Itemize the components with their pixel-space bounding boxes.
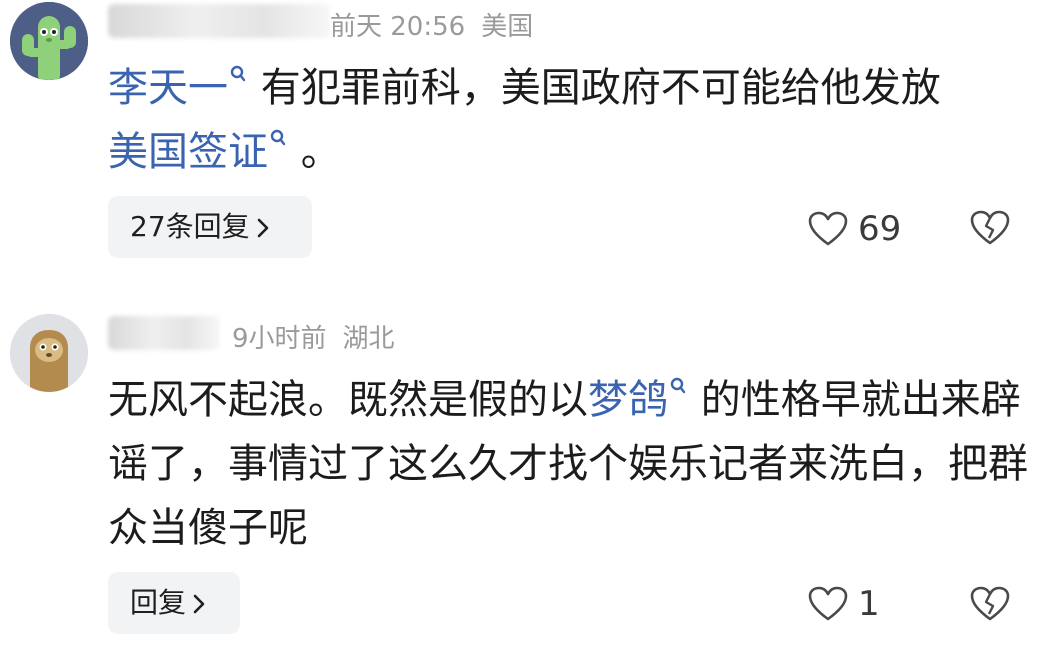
comment-location: 湖北 <box>342 324 395 354</box>
comment-item: 9小时前 湖北 无风不起浪。既然是假的以梦鸽 的性格早就出来辟谣了，事情过了这么久… <box>0 300 1040 666</box>
broken-heart-icon <box>970 586 1010 621</box>
heart-icon <box>808 211 848 246</box>
comment-time: 9小时前 <box>232 324 327 354</box>
chevron-right-icon <box>193 594 205 614</box>
search-icon[interactable] <box>270 129 286 151</box>
comment-item: 前天 20:56 美国 李天一 有犯罪前科，美国政府不可能给他发放美国签证 。 2… <box>0 0 1040 300</box>
search-icon[interactable] <box>230 65 246 87</box>
comment-meta: 前天 20:56 美国 <box>330 6 533 43</box>
comment-text: 无风不起浪。既然是假的以梦鸽 的性格早就出来辟谣了，事情过了这么久才找个娱乐记者… <box>108 368 1028 560</box>
username-blurred[interactable] <box>108 316 220 350</box>
comment-text-segment: 有犯罪前科，美国政府不可能给他发放 <box>248 65 941 111</box>
reply-label: 27条回复 <box>130 210 250 243</box>
cactus-avatar-icon <box>10 2 88 80</box>
comment-location: 美国 <box>481 12 534 42</box>
like-count: 69 <box>858 209 902 249</box>
like-count: 1 <box>858 584 880 624</box>
username-blurred[interactable] <box>108 4 330 38</box>
reply-button[interactable]: 回复 <box>108 572 240 634</box>
view-replies-button[interactable]: 27条回复 <box>108 196 312 258</box>
comment-text: 李天一 有犯罪前科，美国政府不可能给他发放美国签证 。 <box>108 56 1028 184</box>
comment-text-segment: 无风不起浪。既然是假的以 <box>108 377 588 423</box>
avatar[interactable] <box>10 314 88 392</box>
comment-meta: 9小时前 湖北 <box>232 318 395 355</box>
search-icon[interactable] <box>670 377 686 399</box>
comment-time: 前天 20:56 <box>330 12 466 42</box>
heart-icon <box>808 586 848 621</box>
dislike-button[interactable] <box>970 208 1010 248</box>
reply-label: 回复 <box>130 586 187 619</box>
keyword-link[interactable]: 李天一 <box>108 65 228 111</box>
comment-text-segment: 。 <box>288 129 341 175</box>
chevron-right-icon <box>257 218 268 238</box>
like-button[interactable]: 69 <box>808 207 901 251</box>
avatar[interactable] <box>10 2 88 80</box>
keyword-link[interactable]: 美国签证 <box>108 129 268 175</box>
broken-heart-icon <box>970 210 1010 245</box>
dislike-button[interactable] <box>970 584 1010 624</box>
like-button[interactable]: 1 <box>808 582 880 626</box>
keyword-link[interactable]: 梦鸽 <box>588 377 668 423</box>
sloth-avatar-icon <box>10 314 88 392</box>
